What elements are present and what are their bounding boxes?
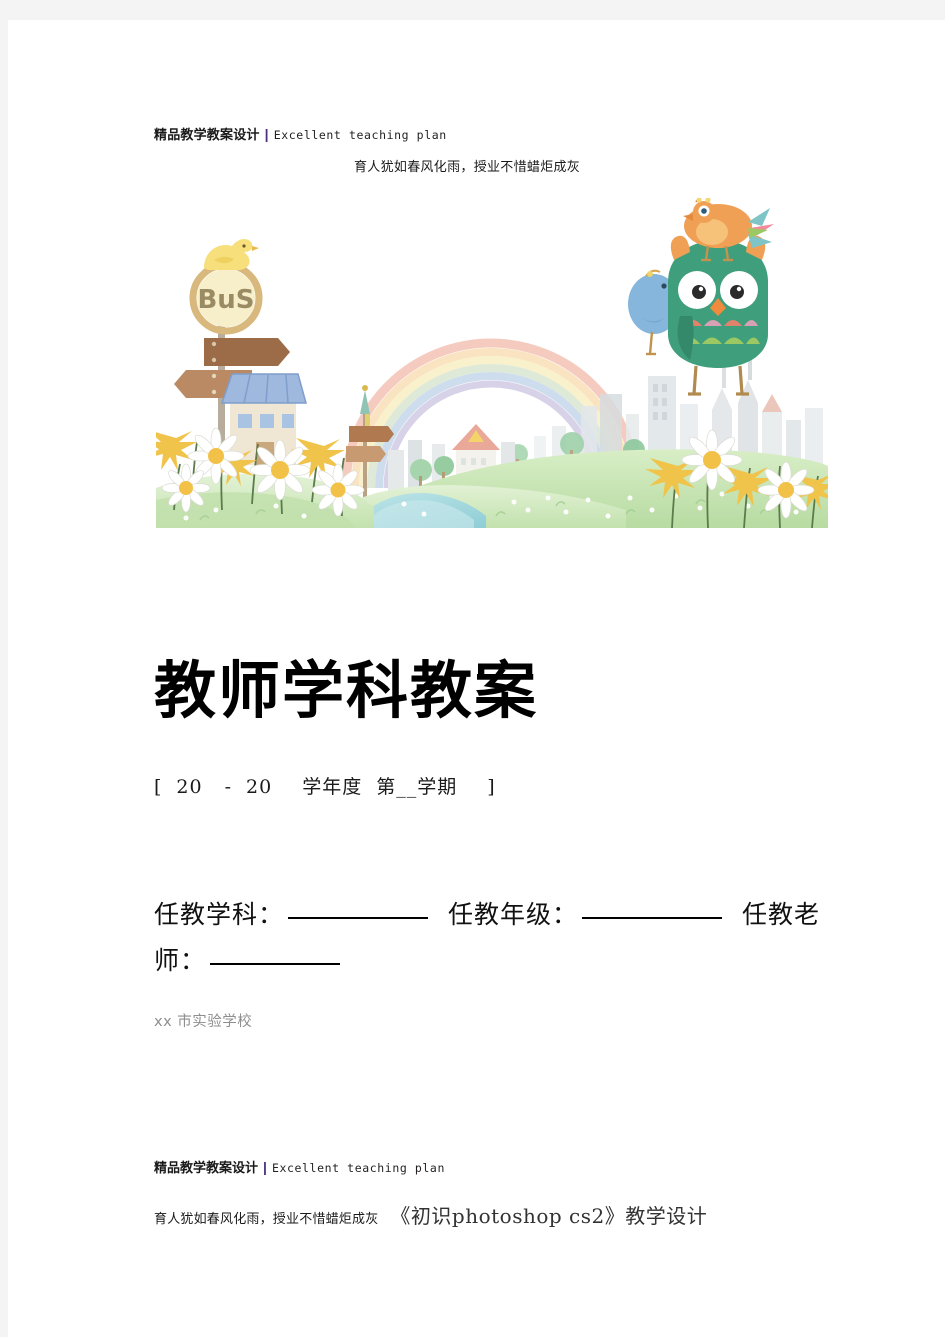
header-brand-cn: 精品教学教案设计 — [154, 128, 260, 143]
year-end: 20 — [246, 776, 273, 798]
document-page: 精品教学教案设计 | Excellent teaching plan 育人犹如春风化… — [8, 20, 945, 1337]
subject-field-label: 任教学科： — [154, 900, 285, 929]
year-open-bracket: [ — [154, 776, 163, 798]
grade-field-label: 任教年级： — [448, 900, 579, 929]
footer-brand-cn: 精品教学教案设计 — [154, 1161, 259, 1176]
school-name: xx 市实验学校 — [154, 1014, 253, 1030]
cover-illustration: BuS — [156, 198, 828, 528]
header-brand-line: 精品教学教案设计 | Excellent teaching plan — [154, 125, 854, 145]
year-semester-label: 第__学期 — [376, 776, 458, 798]
year-dash: - — [224, 776, 233, 798]
footer-motto-line: 育人犹如春风化雨，授业不惜蜡炬成灰 《初识photoshop cs2》教学设计 — [154, 1200, 874, 1229]
grade-field-blank[interactable] — [582, 917, 723, 919]
page-title: 教师学科教案 — [154, 654, 539, 727]
year-start: 20 — [176, 776, 203, 798]
header-brand-en: Excellent teaching plan — [273, 128, 447, 142]
page-background: 精品教学教案设计 | Excellent teaching plan 育人犹如春风化… — [0, 0, 945, 1337]
teacher-field-label-part1: 任 — [742, 900, 769, 929]
subject-field-blank[interactable] — [288, 917, 429, 919]
year-close-bracket: ] — [487, 776, 496, 798]
header-separator: | — [264, 126, 269, 142]
footer-brand-line: 精品教学教案设计 | Excellent teaching plan — [154, 1158, 874, 1178]
lesson-title: 《初识photoshop cs2》教学设计 — [390, 1204, 708, 1228]
document-footer: 精品教学教案设计 | Excellent teaching plan 育人犹如春风化… — [154, 1158, 874, 1229]
academic-year-line: [20-20 学年度 第__学期] — [154, 772, 496, 799]
year-term-label: 学年度 — [302, 776, 363, 798]
document-header: 精品教学教案设计 | Excellent teaching plan 育人犹如春风化… — [154, 125, 854, 175]
footer-separator: | — [263, 1159, 267, 1175]
teacher-field-blank[interactable] — [210, 963, 341, 965]
header-motto: 育人犹如春风化雨，授业不惜蜡炬成灰 — [354, 160, 581, 175]
footer-motto: 育人犹如春风化雨，授业不惜蜡炬成灰 — [154, 1212, 379, 1227]
bus-sign-text: BuS — [197, 285, 254, 315]
footer-brand-en: Excellent teaching plan — [271, 1161, 445, 1175]
fill-in-fields: 任教学科： 任教年级： 任教老师： — [154, 892, 834, 984]
